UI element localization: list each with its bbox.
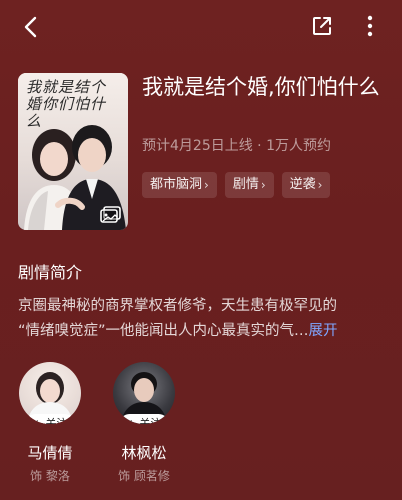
tag-chip[interactable]: 逆袭 › [281, 172, 331, 198]
tag-chip[interactable]: 都市脑洞 › [142, 172, 217, 198]
share-icon [313, 17, 331, 35]
back-arrow-icon [24, 16, 37, 38]
more-vertical-icon [367, 15, 373, 37]
synopsis-text: 京圈最神秘的商界掌权者修爷，天生患有极罕见的 “情绪嗅觉症”一他能闻出人内心最真… [18, 294, 388, 344]
tag-label: 剧情 [232, 177, 259, 192]
gallery-icon [100, 206, 121, 223]
actor-name: 林枫松 [121, 444, 167, 462]
share-button[interactable] [306, 10, 338, 42]
actor-role: 饰 黎洛 [30, 469, 70, 483]
synopsis-heading: 剧情简介 [18, 263, 83, 282]
actor-name: 马倩倩 [27, 444, 73, 462]
top-bar [0, 0, 402, 56]
synopsis-line: 京圈最神秘的商界掌权者修爷，天生患有极罕见的 [18, 298, 337, 314]
synopsis-line-text: “情绪嗅觉症”一他能闻出人内心最真实的气… [18, 323, 309, 339]
cast-card[interactable]: + 关注 林枫松 饰 顾茗修 [98, 362, 190, 484]
tag-label: 都市脑洞 [150, 177, 203, 192]
tag-label: 逆袭 [289, 177, 316, 192]
drama-poster[interactable]: 我就是结个婚你们怕什么 [18, 73, 128, 230]
drama-detail-page: 我就是结个婚你们怕什么 我就是结个婚,你们怕什么 预计4月25日上线 · 1万人… [0, 0, 402, 500]
follow-button[interactable]: + 关注 [25, 414, 75, 424]
cast-card[interactable]: + 关注 马倩倩 饰 黎洛 [4, 362, 96, 484]
avatar[interactable]: + 关注 [19, 362, 81, 424]
tag-chip[interactable]: 剧情 › [224, 172, 274, 198]
poster-title-art: 我就是结个婚你们怕什么 [26, 78, 107, 130]
actor-role: 饰 顾茗修 [118, 469, 170, 483]
synopsis-line-2: “情绪嗅觉症”一他能闻出人内心最真实的气…展开 [18, 319, 388, 344]
chevron-right-icon: › [204, 178, 209, 192]
chevron-right-icon: › [317, 178, 323, 192]
tag-list: 都市脑洞 › 剧情 › 逆袭 › [142, 172, 331, 198]
chevron-right-icon: › [260, 178, 266, 192]
expand-link[interactable]: 展开 [309, 323, 338, 339]
drama-title: 我就是结个婚,你们怕什么 [142, 75, 380, 99]
follow-button[interactable]: + 关注 [119, 414, 169, 424]
release-info: 预计4月25日上线 · 1万人预约 [142, 138, 331, 154]
avatar[interactable]: + 关注 [113, 362, 175, 424]
more-button[interactable] [356, 10, 384, 42]
back-button[interactable] [14, 10, 48, 44]
